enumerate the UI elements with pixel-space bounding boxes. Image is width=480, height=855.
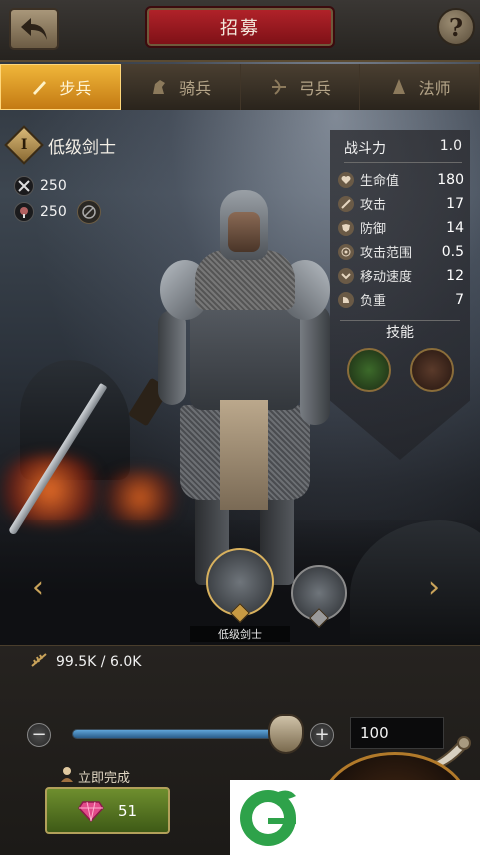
stat-value: 180 <box>437 171 464 188</box>
stat-label: 负重 <box>360 294 387 309</box>
instant-complete-label: 立即完成 <box>60 766 130 786</box>
cost-row-food: 250 <box>14 200 101 224</box>
meat-icon <box>14 202 34 222</box>
back-button[interactable] <box>9 8 59 50</box>
tab-label: 法师 <box>418 79 451 98</box>
stat-speed: 移动速度 12 <box>338 266 464 285</box>
tab-label: 弓兵 <box>298 79 331 98</box>
speed-icon <box>338 267 354 284</box>
stat-value: 12 <box>446 267 464 284</box>
resource-counter: 99.5K / 6.0K <box>30 652 141 672</box>
stat-health: 生命值 180 <box>338 170 464 189</box>
unit-name: 低级剑士 <box>48 137 116 158</box>
tab-label: 步兵 <box>59 79 92 98</box>
stat-value: 14 <box>446 219 464 236</box>
mage-icon <box>389 77 409 97</box>
logo-icon <box>240 790 296 846</box>
tab-mage[interactable]: 法师 <box>360 64 480 110</box>
cost-value: 250 <box>40 204 67 220</box>
load-icon <box>338 291 354 308</box>
watermark-card <box>230 780 480 855</box>
stat-label: 移动速度 <box>360 270 413 285</box>
stat-value: 17 <box>446 195 464 212</box>
stat-attack: 攻击 17 <box>338 194 464 213</box>
minus-icon: − <box>31 724 47 745</box>
unit-type-tabs: 步兵 骑兵 弓兵 法师 <box>0 64 480 110</box>
skill-shield-icon[interactable] <box>347 348 391 392</box>
crossed-swords-icon <box>14 176 34 196</box>
page-title: 招募 <box>145 6 335 48</box>
combat-power: 战斗力 1.0 <box>344 138 462 163</box>
heart-icon <box>338 171 354 188</box>
chevron-right-icon[interactable]: › <box>428 570 440 605</box>
advisor-icon <box>60 766 74 786</box>
skill-armor-icon[interactable] <box>410 348 454 392</box>
gem-icon <box>78 800 104 822</box>
sword-icon <box>338 195 354 212</box>
cost-value: 250 <box>40 178 67 194</box>
target-icon <box>338 243 354 260</box>
chevron-left-icon[interactable]: ‹ <box>32 570 44 605</box>
infantry-icon <box>29 77 49 97</box>
shield-icon <box>338 219 354 236</box>
stat-label: 攻击范围 <box>360 246 413 261</box>
restriction-icon <box>76 200 101 224</box>
stat-load: 负重 7 <box>338 290 464 309</box>
help-button[interactable]: ? <box>437 8 475 46</box>
slider-fill <box>73 730 281 738</box>
stats-panel: 战斗力 1.0 生命值 180 攻击 17 防御 14 攻击范围 0.5 移动速… <box>330 130 470 460</box>
unit-title: I 低级剑士 <box>4 125 116 165</box>
gem-cost: 51 <box>117 801 138 820</box>
skills-title: 技能 <box>386 325 414 341</box>
increase-button[interactable]: + <box>310 723 334 747</box>
stat-value: 0.5 <box>441 243 464 260</box>
tab-cavalry[interactable]: 骑兵 <box>120 64 241 110</box>
stat-value: 7 <box>455 291 464 308</box>
question-mark-icon: ? <box>448 12 464 42</box>
stat-label: 攻击 <box>360 198 387 213</box>
decrease-button[interactable]: − <box>27 723 51 747</box>
tab-infantry[interactable]: 步兵 <box>0 64 121 110</box>
cavalry-icon <box>149 77 169 97</box>
stat-label: 生命值 <box>360 174 400 189</box>
unit-portrait-next[interactable] <box>291 565 347 628</box>
unit-portrait-selected[interactable] <box>206 548 274 623</box>
instant-complete-button[interactable]: 51 <box>45 787 170 834</box>
resource-value: 99.5K / 6.0K <box>56 654 142 670</box>
archer-icon <box>269 77 289 97</box>
wheat-icon <box>30 652 50 672</box>
top-bar: 招募 ? <box>0 0 480 62</box>
tab-label: 骑兵 <box>179 79 212 98</box>
unit-3d-model <box>150 190 340 590</box>
stat-defense: 防御 14 <box>338 218 464 237</box>
slider-handle-wolf-icon[interactable] <box>268 714 304 754</box>
cost-row-attack: 250 <box>14 176 67 196</box>
back-arrow-icon <box>21 18 47 40</box>
combat-power-label: 战斗力 <box>344 141 386 157</box>
divider <box>340 320 460 321</box>
selected-unit-label: 低级剑士 <box>190 626 290 642</box>
stat-range: 攻击范围 0.5 <box>338 242 464 261</box>
combat-power-value: 1.0 <box>439 138 462 154</box>
stat-label: 防御 <box>360 222 387 237</box>
plus-icon: + <box>314 724 330 745</box>
quantity-slider[interactable] <box>72 729 282 739</box>
tab-archer[interactable]: 弓兵 <box>240 64 361 110</box>
rank-badge: I <box>4 125 44 165</box>
